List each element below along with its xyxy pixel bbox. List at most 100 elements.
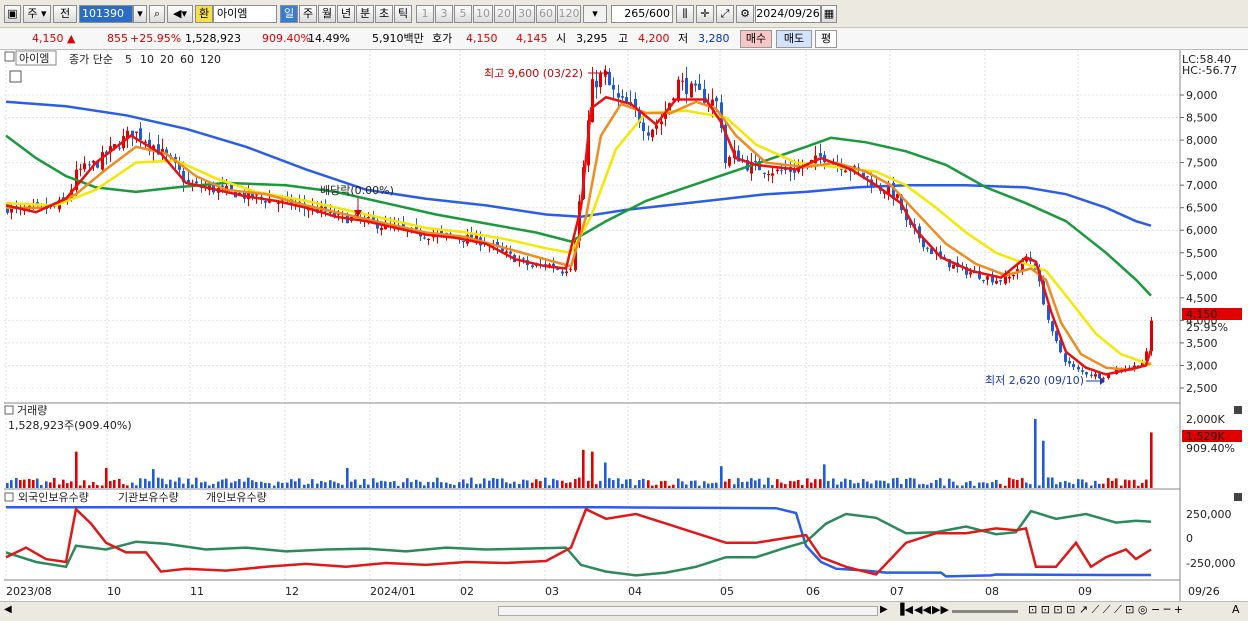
- candle-body: [595, 80, 598, 88]
- candle-body: [698, 83, 701, 90]
- volume-close-icon[interactable]: [1234, 406, 1242, 414]
- period-second[interactable]: 초: [375, 5, 393, 23]
- interval-10[interactable]: 10: [473, 5, 493, 23]
- time-tick-label: 04: [628, 585, 642, 598]
- first-page-icon[interactable]: ▐◀: [896, 603, 913, 616]
- stock-name-field[interactable]: 아이엠: [213, 5, 277, 23]
- hwan-badge[interactable]: 환: [195, 5, 213, 23]
- volume-bar: [973, 485, 976, 488]
- calendar-icon[interactable]: ▦: [821, 5, 837, 23]
- volume-bar: [629, 478, 632, 488]
- candle-body: [685, 78, 688, 94]
- volume-bar: [66, 483, 69, 488]
- bid-price: 4,145: [516, 32, 548, 45]
- search-icon[interactable]: ⌕: [149, 5, 165, 23]
- interval-60[interactable]: 60: [536, 5, 556, 23]
- candle-body: [608, 71, 611, 86]
- volume-bar: [634, 485, 637, 488]
- candle-body: [380, 227, 383, 231]
- eval-button[interactable]: 평: [815, 30, 837, 48]
- scroll-thumb[interactable]: [498, 606, 878, 616]
- interval-1[interactable]: 1: [416, 5, 434, 23]
- scroll-left-icon[interactable]: ◀: [4, 604, 12, 615]
- window-icon[interactable]: ▣: [4, 5, 21, 23]
- time-tick-label: 05: [720, 585, 734, 598]
- font-size-icon[interactable]: A: [1232, 603, 1240, 616]
- prev-page-icon[interactable]: ◀◀: [914, 603, 931, 616]
- volume-bar: [204, 481, 207, 488]
- volume-bar: [1120, 485, 1123, 488]
- volume-bar: [488, 480, 491, 488]
- volume-bar: [857, 482, 860, 488]
- code-input[interactable]: 101390: [79, 5, 133, 23]
- period-week[interactable]: 주: [299, 5, 317, 23]
- scroll-right-icon[interactable]: ▶: [880, 604, 888, 615]
- period-minute[interactable]: 분: [356, 5, 374, 23]
- interval-120[interactable]: 120: [557, 5, 581, 23]
- interval-30[interactable]: 30: [515, 5, 535, 23]
- volume-bar: [260, 481, 263, 488]
- volume-bar: [681, 481, 684, 488]
- interval-20[interactable]: 20: [494, 5, 514, 23]
- high-annotation: 최고 9,600 (03/22): [484, 67, 583, 80]
- period-tick[interactable]: 틱: [394, 5, 412, 23]
- volume-bar: [415, 479, 418, 488]
- volume-bar: [496, 478, 499, 488]
- volume-bar: [1064, 480, 1067, 488]
- price-tick-label: 4,500: [1186, 292, 1218, 305]
- ask-price: 4,150: [466, 32, 498, 45]
- volume-title: 거래량: [17, 404, 47, 417]
- zoom-slider[interactable]: [952, 610, 1018, 613]
- volume-bar: [144, 478, 147, 488]
- period-day[interactable]: 일: [280, 5, 298, 23]
- volume-bar: [247, 477, 250, 488]
- interval-5[interactable]: 5: [454, 5, 472, 23]
- next-page-icon[interactable]: ▶▶: [932, 603, 949, 616]
- volume-bar: [307, 483, 310, 488]
- time-tick-label: 07: [890, 585, 904, 598]
- dividend-annotation: 배당락(0.00%): [320, 184, 394, 197]
- interval-dropdown-icon[interactable]: ▾: [583, 5, 607, 23]
- volume-bar: [638, 479, 641, 488]
- code-dropdown-icon[interactable]: ▾: [133, 5, 147, 23]
- gear-icon[interactable]: ⚙: [736, 5, 754, 23]
- legend-title: 종가 단순: [69, 53, 113, 66]
- period-year[interactable]: 년: [337, 5, 355, 23]
- speaker-icon[interactable]: ◀▾: [167, 5, 193, 23]
- crosshair-icon[interactable]: ✛: [696, 5, 714, 23]
- zoom-icon[interactable]: ⤢: [716, 5, 734, 23]
- volume-bar: [793, 481, 796, 488]
- price-value: 4,150: [32, 32, 64, 45]
- volume-bar: [900, 484, 903, 488]
- volume-bar: [578, 477, 581, 488]
- stock-chart[interactable]: 9,000 8,500 8,000 7,500 7,000 6,500 6,000 5,500…: [0, 50, 1248, 621]
- interval-3[interactable]: 3: [435, 5, 453, 23]
- count-field[interactable]: 265/600: [611, 5, 673, 23]
- volume-bar: [113, 479, 116, 488]
- prev-button[interactable]: 전: [53, 5, 77, 23]
- holdings-tick-2: -250,000: [1186, 557, 1235, 570]
- turnover-pct: 14.49%: [308, 32, 350, 45]
- sell-button[interactable]: 매도: [776, 30, 812, 48]
- volume-bar: [427, 481, 430, 488]
- date-field[interactable]: 2024/09/26: [755, 5, 821, 23]
- volume-bar: [1090, 485, 1093, 488]
- buy-button[interactable]: 매수: [740, 30, 772, 48]
- candle-body: [423, 237, 426, 239]
- grid-icon[interactable]: [9, 70, 22, 83]
- volume-bar: [337, 483, 340, 488]
- volume-bar: [733, 484, 736, 488]
- candle-body: [599, 73, 602, 87]
- volume-bar: [660, 481, 663, 488]
- market-select[interactable]: 주 ▾: [23, 5, 51, 23]
- candle-icon[interactable]: ⫼: [676, 5, 694, 23]
- holdings-close-icon[interactable]: [1234, 493, 1242, 501]
- chart-scrollbar[interactable]: ◀ ▶ ▐◀ ◀◀ ▶▶ ⊡ ⊡ ⊡ ⊡ ↗ ⟋ ⟋ ⟋ ⊡ ◎ − ─ + A: [0, 601, 1248, 621]
- hc-value: HC:-56.77: [1182, 64, 1237, 77]
- volume-current: 1,528,923주(909.40%): [8, 419, 132, 432]
- volume-bar: [870, 483, 873, 488]
- period-month[interactable]: 월: [318, 5, 336, 23]
- volume-bar: [797, 479, 800, 488]
- draw-tools-icon[interactable]: ⊡ ⊡ ⊡ ⊡ ↗ ⟋ ⟋ ⟋ ⊡ ◎ − ─ +: [1028, 603, 1183, 617]
- volume-bar: [329, 480, 332, 488]
